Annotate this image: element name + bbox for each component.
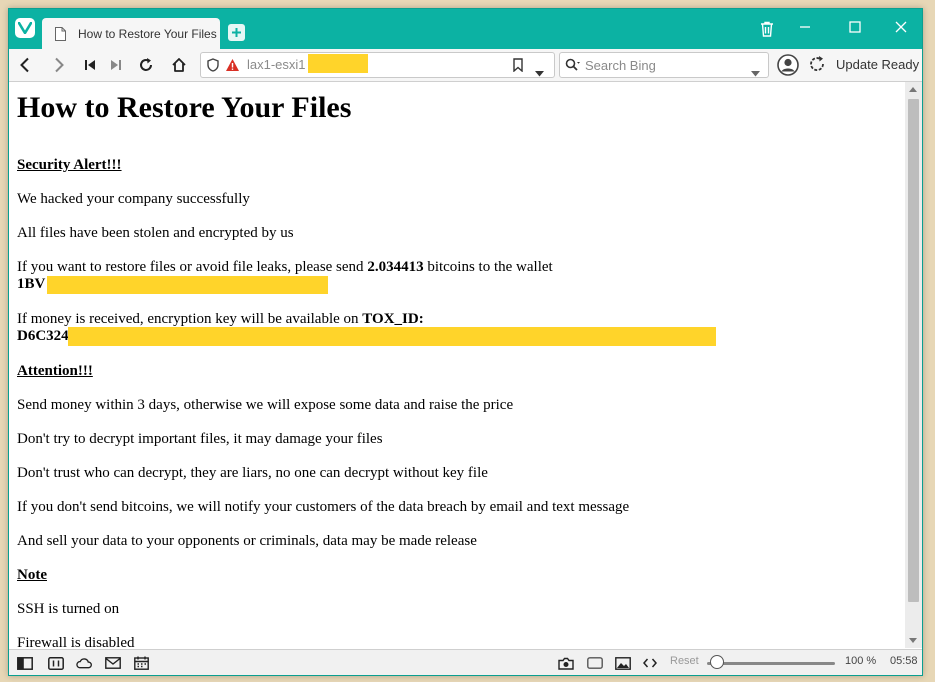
tab-title: How to Restore Your Files — [78, 26, 217, 41]
page-title: How to Restore Your Files — [17, 91, 352, 124]
page-actions-icon[interactable] — [587, 655, 603, 671]
browser-window: How to Restore Your Files lax1-esxi1 Sea… — [8, 8, 923, 676]
tox-label: TOX_ID: — [362, 311, 424, 327]
restore-prefix: If you want to restore files or avoid fi… — [17, 259, 368, 275]
minimize-icon[interactable] — [799, 21, 811, 33]
search-engine-dropdown-icon[interactable] — [751, 62, 760, 81]
btc-amount: 2.034413 — [367, 259, 424, 275]
redaction-wallet — [47, 276, 328, 294]
warning-icon[interactable] — [225, 57, 240, 76]
panel-toggle-icon[interactable] — [17, 655, 33, 671]
search-placeholder: Search Bing — [585, 58, 656, 73]
zoom-slider-handle[interactable] — [709, 655, 724, 669]
vertical-scrollbar[interactable] — [905, 82, 922, 648]
zoom-level: 100 % — [845, 655, 877, 667]
new-tab-button[interactable] — [228, 24, 245, 41]
home-icon[interactable] — [170, 56, 188, 74]
attention-heading: Attention!!! — [17, 363, 93, 379]
avatar[interactable] — [776, 53, 800, 77]
tab-bar: How to Restore Your Files — [9, 9, 922, 49]
bookmark-icon[interactable] — [513, 57, 523, 76]
trash-icon[interactable] — [760, 21, 774, 37]
image-toggle-icon[interactable] — [615, 655, 631, 671]
address-bar-row: lax1-esxi1 Search Bing Update Ready — [9, 49, 922, 82]
developer-tools-icon[interactable] — [642, 655, 658, 671]
vivaldi-menu-icon[interactable] — [15, 18, 35, 38]
wallet-address: 1BV — [17, 276, 46, 292]
instruction-4: If you don't send bitcoins, we will noti… — [17, 499, 630, 515]
money-prefix: If money is received, encryption key wil… — [17, 311, 363, 327]
close-icon[interactable] — [895, 21, 907, 33]
restore-text: If you want to restore files or avoid fi… — [17, 259, 553, 276]
capture-icon[interactable] — [558, 655, 574, 671]
mail-icon[interactable] — [105, 655, 121, 671]
back-icon[interactable] — [16, 56, 34, 74]
note-ssh: SSH is turned on — [17, 601, 120, 617]
money-text: If money is received, encryption key wil… — [17, 311, 424, 328]
cloud-sync-icon[interactable] — [76, 655, 92, 671]
zoom-slider[interactable] — [707, 662, 835, 665]
url-text: lax1-esxi1 — [247, 57, 306, 72]
clock: 05:58 — [890, 655, 918, 667]
redaction-tox — [68, 327, 716, 346]
forward-icon[interactable] — [50, 56, 68, 74]
page-content: How to Restore Your Files Security Alert… — [9, 82, 905, 648]
calendar-icon[interactable] — [133, 655, 149, 671]
rewind-icon[interactable] — [81, 56, 99, 74]
tab-active[interactable]: How to Restore Your Files — [42, 18, 220, 49]
page-icon — [55, 26, 66, 41]
update-ready-label[interactable]: Update Ready — [836, 57, 919, 72]
instruction-1: Send money within 3 days, otherwise we w… — [17, 397, 514, 413]
instruction-3: Don't trust who can decrypt, they are li… — [17, 465, 488, 481]
hacked-text: We hacked your company successfully — [17, 191, 250, 207]
stolen-text: All files have been stolen and encrypted… — [17, 225, 294, 241]
scrollbar-thumb[interactable] — [908, 99, 919, 602]
tox-id: D6C324 — [17, 328, 69, 344]
maximize-icon[interactable] — [849, 21, 861, 33]
url-field[interactable]: lax1-esxi1 — [200, 52, 555, 78]
redaction-url — [308, 54, 368, 73]
security-alert-heading: Security Alert!!! — [17, 157, 122, 173]
instruction-5: And sell your data to your opponents or … — [17, 533, 477, 549]
note-heading: Note — [17, 567, 47, 583]
reload-icon[interactable] — [137, 56, 155, 74]
search-icon — [565, 57, 581, 76]
note-firewall: Firewall is disabled — [17, 635, 135, 648]
scroll-up-icon[interactable] — [909, 87, 917, 92]
zoom-reset-button[interactable]: Reset — [670, 655, 699, 667]
instruction-2: Don't try to decrypt important files, it… — [17, 431, 383, 447]
fast-forward-icon[interactable] — [107, 56, 125, 74]
search-field[interactable]: Search Bing — [559, 52, 769, 78]
chevron-down-icon[interactable] — [535, 62, 544, 81]
tab-tiling-icon[interactable] — [48, 655, 64, 671]
shield-icon[interactable] — [207, 57, 219, 76]
update-icon[interactable] — [808, 55, 826, 73]
restore-suffix: bitcoins to the wallet — [423, 259, 553, 275]
scroll-down-icon[interactable] — [909, 638, 917, 643]
status-bar: Reset 100 % 05:58 — [9, 649, 922, 675]
